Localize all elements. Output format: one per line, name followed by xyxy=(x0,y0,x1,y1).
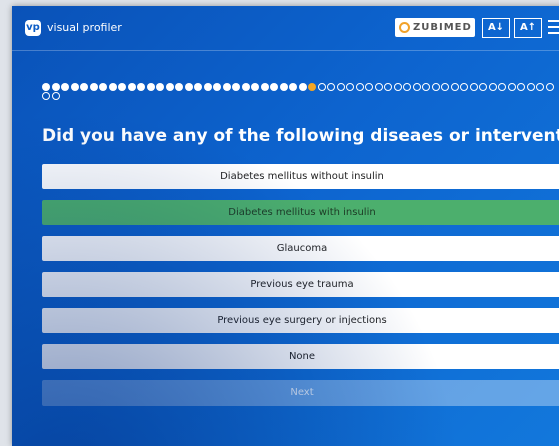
option-glaucoma[interactable]: Glaucoma xyxy=(42,236,559,261)
progress-dot-done xyxy=(175,83,183,91)
progress-dot-todo xyxy=(42,92,50,100)
progress-dot-done xyxy=(203,83,212,91)
progress-dot-todo xyxy=(384,83,392,91)
progress-dot-done xyxy=(61,83,69,91)
progress-dot-todo xyxy=(317,83,326,91)
progress-dot-todo xyxy=(526,83,535,91)
progress-dot-done xyxy=(80,83,88,91)
progress-dot-todo xyxy=(431,83,440,91)
progress-dot-done xyxy=(127,83,136,91)
progress-dot-todo xyxy=(498,83,506,91)
app-window: vp visual profiler ZUBIMED A↓ A↑ Did you… xyxy=(12,6,559,446)
option-diabetes-without-insulin[interactable]: Diabetes mellitus without insulin xyxy=(42,164,559,189)
progress-dot-todo xyxy=(422,83,430,91)
progress-dot-done xyxy=(279,83,288,91)
progress-dot-done xyxy=(108,83,117,91)
increase-font-button[interactable]: A↑ xyxy=(514,18,542,38)
progress-dot-todo xyxy=(545,83,554,91)
progress-dot-done xyxy=(213,83,221,91)
progress-dot-todo xyxy=(441,83,449,91)
progress-dot-done xyxy=(260,83,269,91)
progress-dot-todo xyxy=(365,83,373,91)
hamburger-menu-icon[interactable] xyxy=(548,20,559,34)
progress-dot-todo xyxy=(393,83,402,91)
progress-dot-todo xyxy=(469,83,478,91)
brand-name: ZUBIMED xyxy=(413,22,472,33)
progress-dot-done xyxy=(251,83,259,91)
progress-dot-done xyxy=(137,83,145,91)
progress-dot-todo xyxy=(488,83,497,91)
option-previous-eye-trauma[interactable]: Previous eye trauma xyxy=(42,272,559,297)
question-progress xyxy=(42,83,559,101)
progress-dot-done xyxy=(42,83,50,91)
progress-dot-done xyxy=(184,83,193,91)
progress-dot-done xyxy=(118,83,126,91)
progress-dot-done xyxy=(232,83,240,91)
progress-dot-done xyxy=(156,83,164,91)
progress-dot-done xyxy=(70,83,79,91)
progress-dot-current xyxy=(308,83,316,91)
progress-dot-done xyxy=(222,83,231,91)
progress-dot-done xyxy=(99,83,107,91)
progress-dot-todo xyxy=(51,92,60,100)
option-none[interactable]: None xyxy=(42,344,559,369)
progress-dot-done xyxy=(270,83,278,91)
progress-dot-todo xyxy=(403,83,411,91)
progress-dot-todo xyxy=(346,83,354,91)
progress-dot-todo xyxy=(374,83,383,91)
progress-dot-done xyxy=(89,83,98,91)
progress-dot-todo xyxy=(517,83,525,91)
top-bar: vp visual profiler ZUBIMED A↓ A↑ xyxy=(12,6,559,51)
progress-dot-todo xyxy=(355,83,364,91)
progress-dot-done xyxy=(289,83,297,91)
app-logo-icon: vp xyxy=(25,20,41,36)
progress-dot-done xyxy=(241,83,250,91)
progress-dot-todo xyxy=(536,83,544,91)
progress-dot-todo xyxy=(479,83,487,91)
progress-dot-todo xyxy=(327,83,335,91)
progress-dot-done xyxy=(194,83,202,91)
decrease-font-button[interactable]: A↓ xyxy=(482,18,510,38)
brand-ring-icon xyxy=(399,21,410,33)
question-title: Did you have any of the following diseae… xyxy=(42,126,559,146)
app-name: visual profiler xyxy=(47,21,122,34)
progress-dot-todo xyxy=(336,83,345,91)
progress-dot-done xyxy=(146,83,155,91)
progress-dot-todo xyxy=(507,83,516,91)
progress-dot-done xyxy=(165,83,174,91)
answer-options: Diabetes mellitus without insulin Diabet… xyxy=(42,164,559,380)
progress-dot-todo xyxy=(460,83,468,91)
brand-logo: ZUBIMED xyxy=(395,18,475,37)
progress-dot-done xyxy=(51,83,60,91)
option-diabetes-with-insulin[interactable]: Diabetes mellitus with insulin xyxy=(42,200,559,225)
progress-dot-todo xyxy=(412,83,421,91)
progress-dot-todo xyxy=(450,83,459,91)
option-previous-eye-surgery[interactable]: Previous eye surgery or injections xyxy=(42,308,559,333)
next-button[interactable]: Next xyxy=(42,380,559,406)
progress-dot-done xyxy=(298,83,307,91)
